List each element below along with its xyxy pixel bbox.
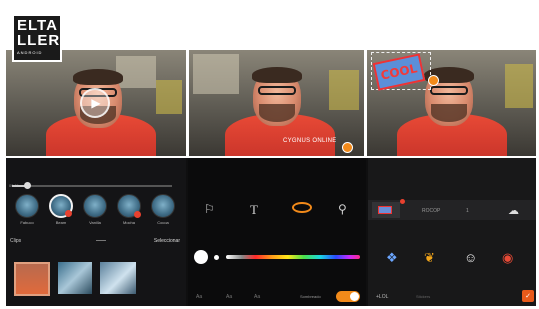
ribbon-sticker-icon[interactable]: ❦ [424,250,435,266]
filter-label: Fabuco [20,220,34,225]
filter-badge [134,211,141,218]
speech-bubble-icon[interactable] [292,202,312,213]
sticker-tab[interactable]: ROCOP [422,208,440,214]
color-swatch-small[interactable] [214,255,219,260]
shadow-toggle-label: Sombreado [300,294,321,299]
play-button[interactable]: ▶ [80,88,110,118]
stickers-section: ROCOP 1 ☁ ❖ ❦ ☺ ◉ +LOL Stickers ✓ [368,158,536,306]
background-shelf [156,80,182,114]
filter-label: Vanilla [89,220,101,225]
cool-sticker-text: COOL [379,61,419,83]
confirm-button[interactable]: ✓ [522,290,534,302]
filter-badge [65,210,72,217]
cool-sticker-tab-icon[interactable] [378,206,392,214]
person-hair [252,67,302,83]
filter-label: Beam [55,220,67,225]
background-shelf [329,70,359,110]
filter-item[interactable]: Fabuco [14,194,40,225]
app-screenshot: ▶ CYGNUS ONLINE COOL ELTA LLER ANDROID F… [0,0,539,309]
video-preview-3[interactable]: COOL [367,50,536,156]
timeline-slider[interactable] [12,182,172,189]
toggle-knob [350,292,359,301]
sticker-category-label[interactable]: +LOL [376,294,388,300]
logo-line-2: LLER [17,32,61,49]
drops-sticker-icon[interactable]: ❖ [386,250,398,266]
flag-icon[interactable]: ⚐ [204,202,215,216]
clips-label: Clips [10,238,22,244]
filter-item[interactable]: Mocha [116,194,142,225]
lips-sticker-icon[interactable]: ◉ [502,250,513,266]
editor-panels: 00:01 Fabuco Beam Vanilla [6,158,536,306]
filter-thumbnail [117,194,141,218]
brush-icon[interactable]: ⚲ [338,202,347,216]
color-swatch-large[interactable] [194,250,208,264]
background-window [116,56,156,88]
ghost-sticker-icon[interactable]: ☺ [464,250,477,265]
filter-thumbnail [83,194,107,218]
background-shelf [505,64,533,108]
clip-thumbnail[interactable] [100,262,136,294]
text-icon[interactable]: T [250,202,258,218]
clip-thumbnail[interactable] [14,262,50,296]
person-beard [259,104,295,122]
font-option-c[interactable]: Aa [254,294,260,300]
clip-thumbnail[interactable] [58,262,92,294]
person-glasses [258,86,296,95]
font-option-b[interactable]: Aa [226,294,232,300]
filter-thumbnail [15,194,39,218]
play-icon: ▶ [91,96,101,110]
filter-label: Cocoa [157,220,169,225]
ghost-tab-icon[interactable]: ☁ [508,204,519,217]
filter-item[interactable]: Beam [48,194,74,225]
logo-subtitle: ANDROID [17,50,43,55]
logo-line-1: ELTA [17,17,58,34]
select-button[interactable]: Seleccionar [154,238,180,244]
filter-item[interactable]: Cocoa [150,194,176,225]
background-window [193,54,239,94]
filter-thumbnail [151,194,175,218]
video-preview-2[interactable] [189,50,364,156]
sticker-resize-handle[interactable] [428,75,439,86]
timeline-knob[interactable] [24,182,31,189]
sticker-category-label[interactable]: Stickers [416,294,430,299]
sticker-tab[interactable]: 1 [466,208,469,214]
person-glasses [430,86,468,95]
person-beard [431,104,467,122]
filter-item[interactable]: Vanilla [82,194,108,225]
filters-section: 00:01 Fabuco Beam Vanilla [6,158,186,306]
color-spectrum-slider[interactable] [226,255,360,259]
text-tools-section: ⚐ T ⚲ Aa Aa Aa Sombreado [188,158,366,306]
person-hair [73,69,123,85]
sticker-handle[interactable] [342,142,353,153]
logo: ELTA LLER ANDROID [12,14,62,62]
text-sticker-caption[interactable]: CYGNUS ONLINE [283,138,337,144]
font-option-a[interactable]: Aa [196,294,202,300]
tab-badge [400,199,405,204]
filter-thumbnail-selected [49,194,73,218]
drag-handle[interactable] [96,240,106,241]
check-icon: ✓ [525,293,531,300]
filter-label: Mocha [122,220,135,225]
shadow-toggle[interactable] [336,291,360,302]
